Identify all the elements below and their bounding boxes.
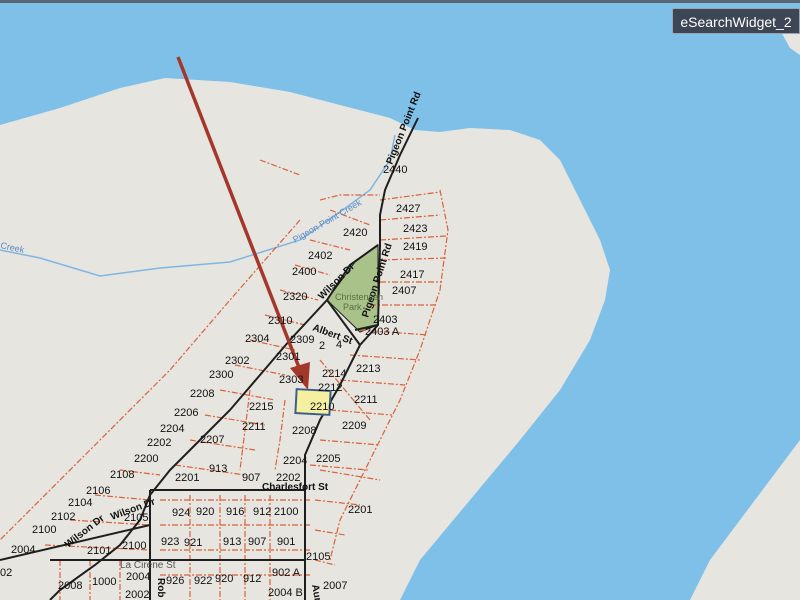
parcel-number-label: 2214 [322,368,346,380]
parcel-map[interactable]: Pigeon Point Creek Creek Christensen Par… [0,0,800,600]
parcel-number-label: 913 [209,463,227,475]
parcel-number-label: 1000 [92,576,116,588]
road-label-la-cirene: La Cirene St [120,560,176,571]
parcel-number-label: 907 [242,472,260,484]
parcel-number-label: 2423 [403,223,427,235]
parcel-number-label: 2403 A [365,326,400,338]
top-frame-bar [0,0,800,3]
parcel-number-label: 2304 [245,333,269,345]
parcel-number-label: 2419 [403,241,427,253]
parcel-number-label: 2101 [87,545,111,557]
parcel-number-label: 920 [196,506,214,518]
parcel-number-label: 2105 [306,551,330,563]
parcel-number-label: 2407 [392,285,416,297]
parcel-number-label: 2210 [310,401,334,413]
parcel-number-label: 2309 [290,334,314,346]
parcel-number-label: 2100 [122,540,146,552]
parcel-number-label: 02 [0,567,12,579]
parcel-number-label: 2008 [58,580,82,592]
parcel-number-label: 4 [336,339,342,351]
parcel-number-label: 916 [226,506,244,518]
parcel-number-label: 907 [248,536,266,548]
parcel-number-label: 2002 [125,589,149,600]
parcel-number-label: 2208 [292,425,316,437]
parcel-number-label: 2427 [396,203,420,215]
parcel-number-label: 2105 [124,512,148,524]
esearch-widget-button[interactable]: eSearchWidget_2 [672,8,800,34]
parcel-number-label: 912 [243,573,261,585]
parcel-number-label: 923 [161,536,179,548]
parcel-number-label: 920 [215,573,233,585]
parcel-number-label: 902 A [272,567,301,579]
parcel-number-label: 901 [277,536,295,548]
parcel-number-label: 2100 [32,524,56,536]
parcel-number-label: 2420 [343,227,367,239]
parcel-number-label: 2211 [242,421,266,433]
parcel-number-label: 2320 [283,291,307,303]
road-label-robin: Rob [155,578,166,597]
parcel-number-label: 2201 [348,504,372,516]
parcel-number-label: 2204 [160,423,184,435]
parcel-number-label: 2204 [283,455,307,467]
parcel-number-label: 2417 [400,269,424,281]
parcel-number-label: 2200 [134,453,158,465]
parcel-number-label: 2208 [190,388,214,400]
parcel-number-label: 926 [166,575,184,587]
parcel-number-label: 2403 [373,314,397,326]
parcel-number-label: 2215 [249,401,273,413]
parcel-number-label: 921 [184,537,202,549]
park-label-line2: Park [343,302,362,312]
parcel-number-label: 2400 [292,266,316,278]
parcel-number-label: 2213 [356,363,380,375]
parcel-number-label: 2 [319,340,325,352]
parcel-number-label: 2201 [175,472,199,484]
parcel-number-label: 2007 [323,580,347,592]
parcel-number-label: 2004 B [268,587,303,599]
parcel-number-label: 2106 [86,485,110,497]
parcel-number-label: 2102 [51,511,75,523]
parcel-number-label: 924 [172,507,190,519]
parcel-number-label: 2211 [354,394,378,406]
parcel-number-label: 922 [194,575,212,587]
parcel-number-label: 2202 [147,437,171,449]
parcel-number-label: 2303 [279,374,303,386]
parcel-number-label: 2300 [209,369,233,381]
parcel-number-label: 912 [253,506,271,518]
parcel-number-label: 2302 [225,355,249,367]
parcel-number-label: 2212 [318,382,342,394]
parcel-number-label: 2004 [126,571,150,583]
parcel-number-label: 2108 [110,469,134,481]
parcel-number-label: 2205 [316,453,340,465]
parcel-number-label: 2310 [268,315,292,327]
parcel-number-label: 2202 [276,472,300,484]
parcel-number-label: 2209 [342,420,366,432]
parcel-number-label: 2004 [11,544,35,556]
parcel-number-label: 2402 [308,250,332,262]
parcel-number-label: 2301 [276,351,300,363]
parcel-number-label: 2206 [174,407,198,419]
parcel-number-label: 2104 [68,497,92,509]
parcel-number-label: 2440 [383,164,407,176]
parcel-number-label: 2207 [200,434,224,446]
parcel-number-label: 2100 [274,506,298,518]
parcel-number-label: 913 [223,536,241,548]
